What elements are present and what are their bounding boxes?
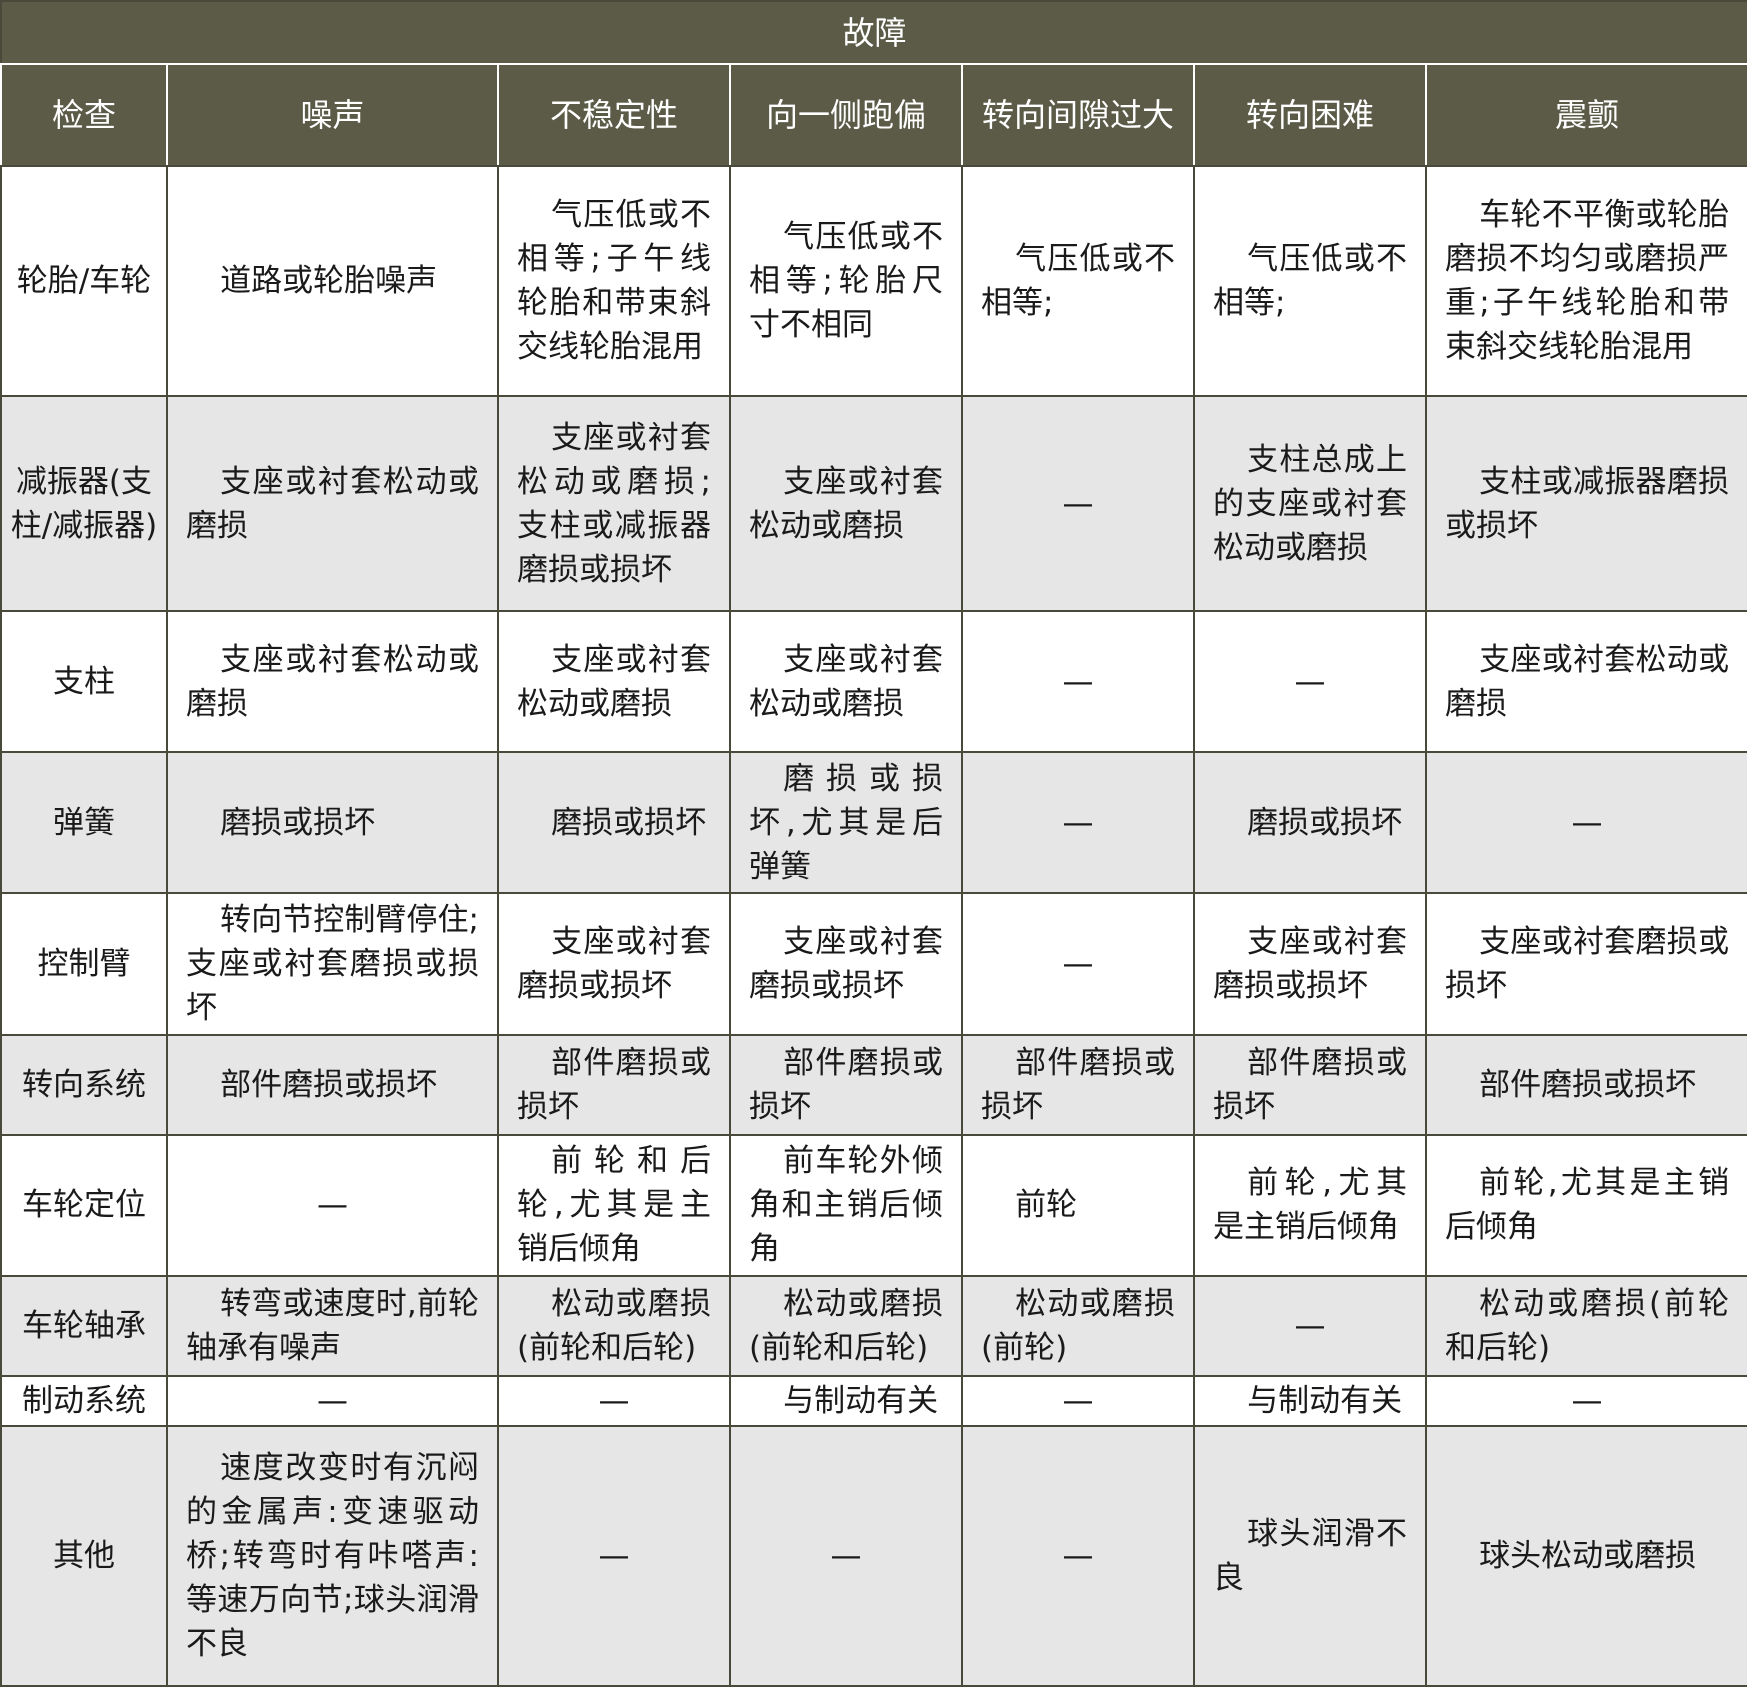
column-header-excessive-play: 转向间隙过大 xyxy=(961,63,1195,167)
table-cell: — xyxy=(961,610,1195,754)
table-cell: 支座或衬套松动或磨损 xyxy=(729,395,963,613)
table-cell: 气压低或不相等;子午线轮胎和带束斜交线轮胎混用 xyxy=(497,164,731,398)
column-header-pull-to-side: 向一侧跑偏 xyxy=(729,63,963,167)
table-row: 车轮轴承 转弯或速度时,前轮轴承有噪声 松动或磨损(前轮和后轮) 松动或磨损(前轮和后… xyxy=(0,1274,1747,1377)
table-cell: 部件磨损或损坏 xyxy=(1193,1033,1427,1136)
table-cell: 支柱或减振器磨损或损坏 xyxy=(1424,395,1747,613)
table-cell: 车轮不平衡或轮胎磨损不均匀或磨损严重;子午线轮胎和带束斜交线轮胎混用 xyxy=(1424,164,1747,398)
fault-super-header: 故障 xyxy=(0,0,1747,65)
table-row: 支柱 支座或衬套松动或磨损 支座或衬套松动或磨损 支座或衬套松动或磨损 — — 支座或衬套松… xyxy=(0,610,1747,754)
table-cell: — xyxy=(1424,1374,1747,1427)
table-cell: 支座或衬套磨损或损坏 xyxy=(1193,892,1427,1036)
row-header: 弹簧 xyxy=(0,751,168,895)
table-cell: 松动或磨损(前轮) xyxy=(961,1274,1195,1377)
table-row: 其他 速度改变时有沉闷的金属声:变速驱动桥;转弯时有咔嗒声:等速万向节;球头润滑不… xyxy=(0,1424,1747,1687)
row-header: 支柱 xyxy=(0,610,168,754)
table-cell: 前轮,尤其是主销后倾角 xyxy=(1424,1133,1747,1277)
row-header: 轮胎/车轮 xyxy=(0,164,168,398)
table-cell: 支座或衬套松动或磨损 xyxy=(497,610,731,754)
table-cell: — xyxy=(961,892,1195,1036)
column-header-inspection: 检查 xyxy=(0,63,168,167)
table-cell: 前轮 xyxy=(961,1133,1195,1277)
table-row: 控制臂 转向节控制臂停住;支座或衬套磨损或损坏 支座或衬套磨损或损坏 支座或衬套磨损或… xyxy=(0,892,1747,1036)
table-cell: 支座或衬套磨损或损坏 xyxy=(729,892,963,1036)
table-cell: 速度改变时有沉闷的金属声:变速驱动桥;转弯时有咔嗒声:等速万向节;球头润滑不良 xyxy=(166,1424,499,1687)
table-cell: 支座或衬套松动或磨损;支柱或减振器磨损或损坏 xyxy=(497,395,731,613)
table-cell: 与制动有关 xyxy=(1193,1374,1427,1427)
table-cell: — xyxy=(497,1374,731,1427)
table-row: 制动系统 — — 与制动有关 — 与制动有关 — xyxy=(0,1374,1747,1427)
table-cell: 磨损或损坏 xyxy=(497,751,731,895)
table-cell: 支座或衬套磨损或损坏 xyxy=(497,892,731,1036)
table-cell: 支座或衬套磨损或损坏 xyxy=(1424,892,1747,1036)
table-cell: 松动或磨损(前轮和后轮) xyxy=(729,1274,963,1377)
row-header: 转向系统 xyxy=(0,1033,168,1136)
table-cell: 转弯或速度时,前轮轴承有噪声 xyxy=(166,1274,499,1377)
table-cell: 磨损或损坏 xyxy=(166,751,499,895)
table-row: 减振器(支柱/减振器) 支座或衬套松动或磨损 支座或衬套松动或磨损;支柱或减振器磨损… xyxy=(0,395,1747,613)
table-row: 弹簧 磨损或损坏 磨损或损坏 磨损或损坏,尤其是后弹簧 — 磨损或损坏 — xyxy=(0,751,1747,895)
table-cell: 部件磨损或损坏 xyxy=(166,1033,499,1136)
table-row: 轮胎/车轮 道路或轮胎噪声 气压低或不相等;子午线轮胎和带束斜交线轮胎混用 气压低或不… xyxy=(0,164,1747,398)
table-cell: 气压低或不相等; xyxy=(1193,164,1427,398)
table-cell: 前车轮外倾角和主销后倾角 xyxy=(729,1133,963,1277)
column-header-noise: 噪声 xyxy=(166,63,499,167)
table-cell: 磨损或损坏 xyxy=(1193,751,1427,895)
column-header-shimmy: 震颤 xyxy=(1424,63,1747,167)
table-cell: 支座或衬套松动或磨损 xyxy=(166,610,499,754)
table-cell: — xyxy=(1193,1274,1427,1377)
table-cell: — xyxy=(961,1374,1195,1427)
table-cell: 支座或衬套松动或磨损 xyxy=(166,395,499,613)
fault-diagnosis-table: 故障 检查 噪声 不稳定性 向一侧跑偏 转向间隙过大 转向困难 震颤 轮胎/车轮… xyxy=(0,0,1747,1687)
table-cell: — xyxy=(961,1424,1195,1687)
table-cell: 部件磨损或损坏 xyxy=(1424,1033,1747,1136)
table-cell: — xyxy=(166,1374,499,1427)
row-header: 车轮定位 xyxy=(0,1133,168,1277)
table-cell: 磨损或损坏,尤其是后弹簧 xyxy=(729,751,963,895)
table-cell: — xyxy=(497,1424,731,1687)
table-cell: 松动或磨损(前轮和后轮) xyxy=(497,1274,731,1377)
column-header-instability: 不稳定性 xyxy=(497,63,731,167)
table-cell: 部件磨损或损坏 xyxy=(497,1033,731,1136)
table-cell: 前轮和后轮,尤其是主销后倾角 xyxy=(497,1133,731,1277)
table-cell: — xyxy=(961,751,1195,895)
table-row: 车轮定位 — 前轮和后轮,尤其是主销后倾角 前车轮外倾角和主销后倾角 前轮 前轮,尤其是主… xyxy=(0,1133,1747,1277)
row-header: 车轮轴承 xyxy=(0,1274,168,1377)
table-cell: — xyxy=(1424,751,1747,895)
table-cell: 支座或衬套松动或磨损 xyxy=(729,610,963,754)
table-cell: 转向节控制臂停住;支座或衬套磨损或损坏 xyxy=(166,892,499,1036)
table-row: 转向系统 部件磨损或损坏 部件磨损或损坏 部件磨损或损坏 部件磨损或损坏 部件磨损或损坏部… xyxy=(0,1033,1747,1136)
table-cell: 气压低或不相等; xyxy=(961,164,1195,398)
table-cell: 前轮,尤其是主销后倾角 xyxy=(1193,1133,1427,1277)
row-header: 减振器(支柱/减振器) xyxy=(0,395,168,613)
table-cell: 支柱总成上的支座或衬套松动或磨损 xyxy=(1193,395,1427,613)
table-cell: 气压低或不相等;轮胎尺寸不相同 xyxy=(729,164,963,398)
table-cell: — xyxy=(961,395,1195,613)
table-cell: — xyxy=(729,1424,963,1687)
table-cell: 支座或衬套松动或磨损 xyxy=(1424,610,1747,754)
table-cell: 球头润滑不良 xyxy=(1193,1424,1427,1687)
row-header: 控制臂 xyxy=(0,892,168,1036)
column-header-hard-steering: 转向困难 xyxy=(1193,63,1427,167)
table-cell: 球头松动或磨损 xyxy=(1424,1424,1747,1687)
table-cell: — xyxy=(166,1133,499,1277)
table-cell: 部件磨损或损坏 xyxy=(961,1033,1195,1136)
table-cell: 松动或磨损(前轮和后轮) xyxy=(1424,1274,1747,1377)
row-header: 其他 xyxy=(0,1424,168,1687)
table-cell: 部件磨损或损坏 xyxy=(729,1033,963,1136)
table-cell: — xyxy=(1193,610,1427,754)
table-cell: 与制动有关 xyxy=(729,1374,963,1427)
row-header: 制动系统 xyxy=(0,1374,168,1427)
table-cell: 道路或轮胎噪声 xyxy=(166,164,499,398)
